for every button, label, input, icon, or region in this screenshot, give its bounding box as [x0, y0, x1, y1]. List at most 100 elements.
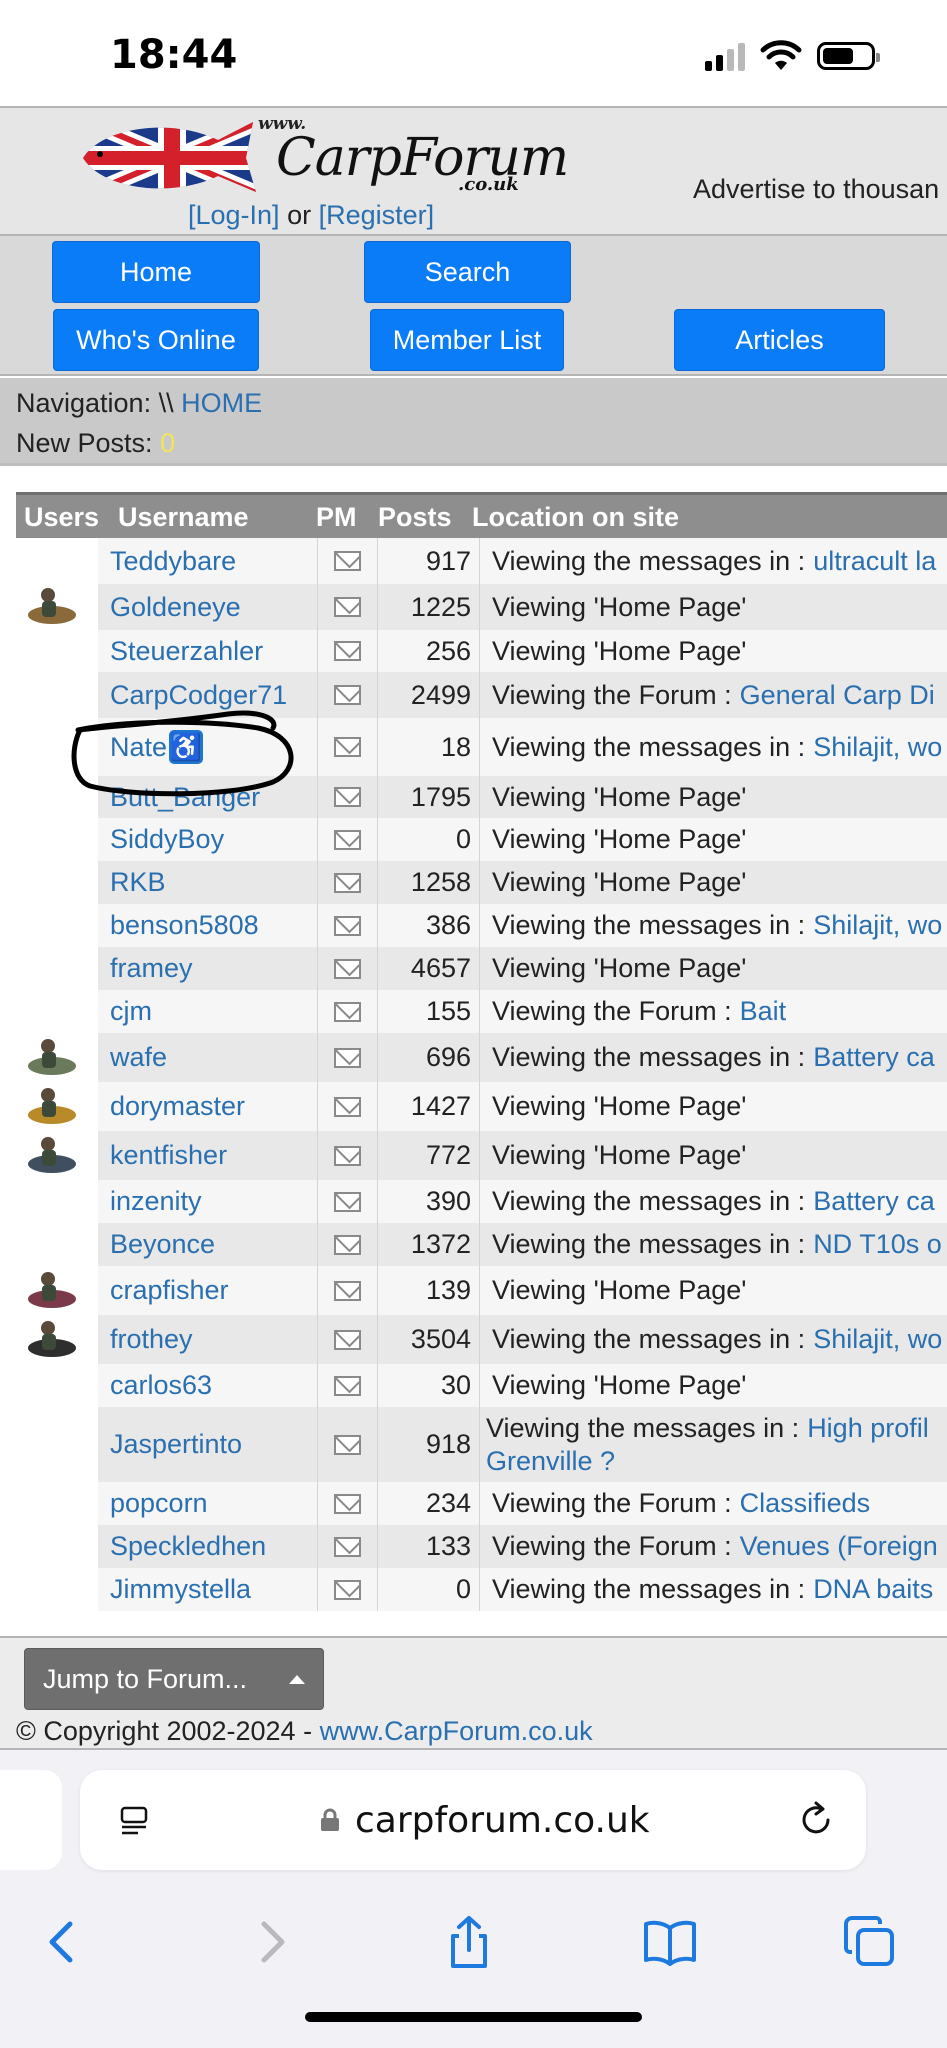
- carpforum-logo[interactable]: www. CarpForum .co.uk: [78, 110, 569, 205]
- username-link[interactable]: CarpCodger71: [110, 680, 287, 711]
- envelope-icon[interactable]: [334, 551, 361, 571]
- envelope-icon[interactable]: [334, 829, 361, 850]
- location-link-continued[interactable]: Grenville ?: [486, 1445, 615, 1478]
- envelope-icon[interactable]: [334, 787, 361, 807]
- avatar[interactable]: [26, 1085, 78, 1129]
- username-link[interactable]: framey: [110, 953, 193, 984]
- envelope-icon[interactable]: [334, 685, 361, 705]
- username-link[interactable]: popcorn: [110, 1488, 208, 1519]
- register-link[interactable]: [Register]: [319, 200, 435, 230]
- envelope-icon[interactable]: [334, 1234, 361, 1255]
- envelope-icon[interactable]: [334, 872, 361, 893]
- envelope-icon[interactable]: [334, 1280, 361, 1301]
- location-link[interactable]: ND T10s o: [813, 1229, 942, 1260]
- table-row: wafe 696 Viewing the messages in : Battery …: [16, 1033, 947, 1082]
- envelope-icon[interactable]: [334, 1434, 361, 1455]
- bookmarks-icon[interactable]: [642, 1914, 698, 1970]
- username-link[interactable]: Teddybare: [110, 546, 236, 577]
- member-list-button[interactable]: Member List: [370, 309, 564, 371]
- envelope-icon[interactable]: [334, 597, 361, 617]
- forward-icon[interactable]: [242, 1914, 298, 1970]
- username-link[interactable]: benson5808: [110, 910, 259, 941]
- location-link[interactable]: Battery ca: [813, 1042, 935, 1073]
- username-link[interactable]: carlos63: [110, 1370, 212, 1401]
- location-link[interactable]: Shilajit, wo: [813, 1324, 942, 1355]
- location-link[interactable]: Classifieds: [740, 1488, 871, 1519]
- envelope-icon[interactable]: [334, 1001, 361, 1022]
- envelope-icon[interactable]: [334, 1145, 361, 1166]
- username-link[interactable]: wafe: [110, 1042, 167, 1073]
- avatar[interactable]: [26, 585, 78, 629]
- user-avatar-cell: [16, 1082, 98, 1131]
- posts-count: 1258: [378, 861, 480, 904]
- envelope-icon[interactable]: [334, 1375, 361, 1396]
- posts-count: 30: [378, 1364, 480, 1407]
- username-link[interactable]: crapfisher: [110, 1275, 229, 1306]
- location-link[interactable]: Shilajit, wo: [813, 732, 942, 763]
- location-link[interactable]: Bait: [740, 996, 787, 1027]
- username-link[interactable]: SiddyBoy: [110, 824, 224, 855]
- envelope-icon[interactable]: [334, 641, 361, 661]
- search-button[interactable]: Search: [364, 241, 571, 303]
- username-link[interactable]: frothey: [110, 1324, 193, 1355]
- location-link[interactable]: Battery ca: [813, 1186, 935, 1217]
- username-link[interactable]: Goldeneye: [110, 592, 241, 623]
- tabs-icon[interactable]: [842, 1914, 898, 1970]
- table-header: Users Username PM Posts Location on site: [16, 492, 947, 538]
- envelope-icon[interactable]: [334, 1191, 361, 1212]
- envelope-icon[interactable]: [334, 737, 361, 757]
- username-link[interactable]: RKB: [110, 867, 166, 898]
- page-menu-icon[interactable]: [118, 1804, 150, 1836]
- username-link[interactable]: Steuerzahler: [110, 636, 263, 667]
- location-link[interactable]: Venues (Foreign: [740, 1531, 938, 1562]
- avatar[interactable]: [26, 1318, 78, 1362]
- username-link[interactable]: Speckledhen: [110, 1531, 266, 1562]
- envelope-icon[interactable]: [334, 1579, 361, 1600]
- envelope-icon[interactable]: [334, 1096, 361, 1117]
- share-icon[interactable]: [441, 1914, 497, 1970]
- pm-cell: [318, 861, 378, 904]
- articles-button[interactable]: Articles: [674, 309, 885, 371]
- whos-online-button[interactable]: Who's Online: [53, 309, 259, 371]
- location-link[interactable]: Shilajit, wo: [813, 910, 942, 941]
- envelope-icon[interactable]: [334, 1536, 361, 1557]
- avatar[interactable]: [26, 1269, 78, 1313]
- address-bar[interactable]: carpforum.co.uk: [80, 1770, 866, 1870]
- login-link[interactable]: [Log-In]: [188, 200, 280, 230]
- new-posts-count[interactable]: 0: [160, 428, 175, 458]
- avatar[interactable]: [26, 1036, 78, 1080]
- location-text: Viewing 'Home Page': [492, 824, 747, 854]
- site-link[interactable]: www.CarpForum.co.uk: [320, 1716, 593, 1746]
- reload-icon[interactable]: [796, 1800, 836, 1840]
- user-avatar-cell: [16, 947, 98, 990]
- location-link[interactable]: High profil: [807, 1413, 929, 1443]
- username-link[interactable]: cjm: [110, 996, 152, 1027]
- jump-to-forum-select[interactable]: Jump to Forum...: [24, 1648, 324, 1710]
- location-cell: Viewing the messages in : Battery ca: [480, 1180, 947, 1223]
- username-link[interactable]: Jimmystella: [110, 1574, 251, 1605]
- avatar[interactable]: [26, 1134, 78, 1178]
- breadcrumb-home-link[interactable]: HOME: [181, 388, 262, 418]
- username-cell: Goldeneye: [98, 584, 318, 630]
- envelope-icon[interactable]: [334, 1047, 361, 1068]
- envelope-icon[interactable]: [334, 915, 361, 936]
- location-link[interactable]: ultracult la: [813, 546, 936, 577]
- envelope-icon[interactable]: [334, 958, 361, 979]
- home-button[interactable]: Home: [52, 241, 260, 303]
- location-link[interactable]: General Carp Di: [740, 680, 935, 711]
- envelope-icon[interactable]: [334, 1329, 361, 1350]
- advertise-banner[interactable]: Advertise to thousan: [693, 174, 939, 205]
- location-text: Viewing 'Home Page': [492, 635, 747, 666]
- username-link[interactable]: Butt_Banger: [110, 782, 260, 813]
- back-icon[interactable]: [36, 1914, 92, 1970]
- envelope-icon[interactable]: [334, 1493, 361, 1514]
- url-text[interactable]: carpforum.co.uk: [355, 1800, 650, 1841]
- location-link[interactable]: DNA baits: [813, 1574, 933, 1605]
- username-link[interactable]: kentfisher: [110, 1140, 227, 1171]
- username-link[interactable]: Nate: [110, 732, 167, 763]
- username-link[interactable]: dorymaster: [110, 1091, 245, 1122]
- previous-tab-stub[interactable]: [0, 1770, 62, 1870]
- username-link[interactable]: Jaspertinto: [110, 1429, 242, 1460]
- username-link[interactable]: Beyonce: [110, 1229, 215, 1260]
- username-link[interactable]: inzenity: [110, 1186, 202, 1217]
